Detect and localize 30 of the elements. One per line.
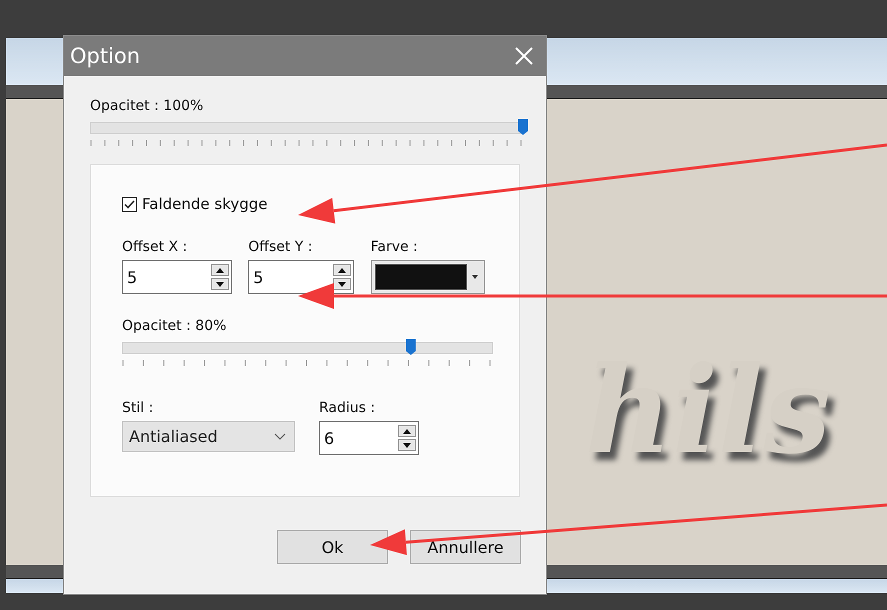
tick-marks-icon	[90, 140, 522, 146]
field-label: Farve :	[370, 239, 419, 255]
spin-up-icon[interactable]	[211, 264, 229, 276]
slider-track[interactable]	[122, 342, 493, 354]
spin-up-icon[interactable]	[398, 425, 416, 437]
tick-marks-icon	[122, 360, 491, 366]
slider-thumb[interactable]	[518, 119, 528, 135]
dialog-title: Option	[70, 44, 140, 68]
style-dropdown[interactable]: Antialiased	[122, 421, 295, 452]
opacity-label: Opacitet : 80%	[122, 318, 228, 334]
checkbox-label: Faldende skygge	[142, 195, 268, 213]
opacity-label: Opacitet : 100%	[90, 98, 204, 114]
color-picker[interactable]	[370, 260, 485, 294]
spin-down-icon[interactable]	[211, 278, 229, 290]
embossed-text: hils	[581, 351, 847, 485]
field-label: Offset Y :	[248, 239, 314, 255]
field-label: Stil :	[122, 400, 154, 416]
checkbox[interactable]	[122, 196, 137, 212]
chevron-icon	[274, 433, 286, 440]
spin-down-icon[interactable]	[333, 278, 352, 290]
number-field[interactable]: 5	[248, 260, 354, 294]
field-label: Radius :	[319, 400, 376, 416]
field-label: Offset X :	[122, 239, 188, 255]
dialog-button[interactable]: Ok	[277, 530, 388, 564]
spin-up-icon[interactable]	[333, 264, 352, 276]
slider-thumb[interactable]	[406, 339, 416, 355]
number-field[interactable]: 5	[122, 260, 232, 294]
spin-down-icon[interactable]	[398, 439, 416, 451]
dialog-button[interactable]: Annullere	[410, 530, 521, 564]
number-field[interactable]: 6	[319, 421, 419, 455]
